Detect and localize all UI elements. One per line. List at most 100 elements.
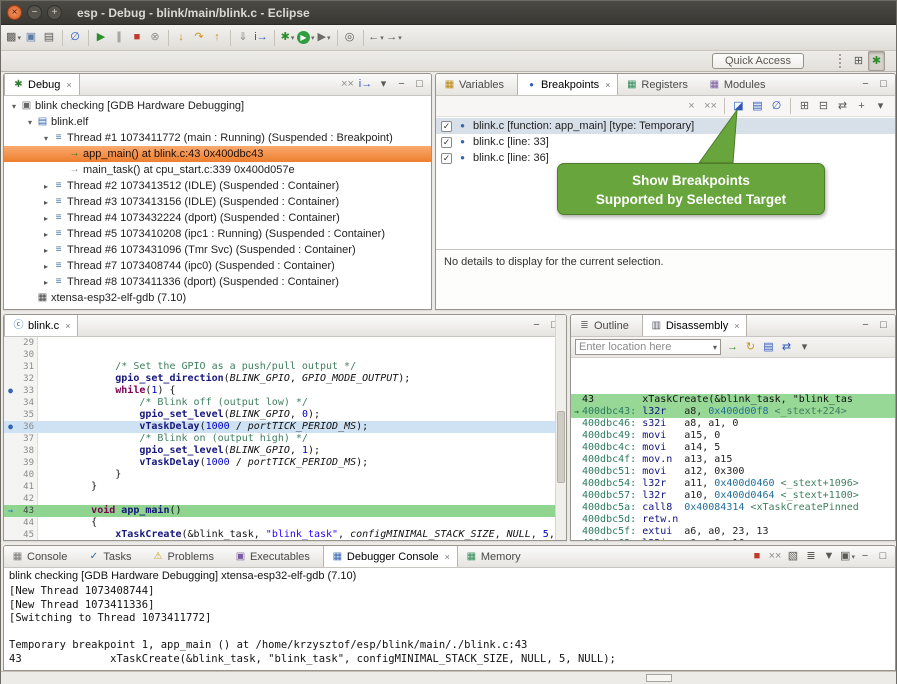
breakpoint-item[interactable]: ✓ blink.c [function: app_main] [type: Te… bbox=[436, 118, 895, 134]
gutter-marker[interactable] bbox=[4, 433, 17, 445]
gutter-marker[interactable] bbox=[4, 469, 17, 481]
close-icon[interactable]: × bbox=[445, 552, 450, 562]
code-line[interactable]: 32 /* Blink off (output low) */ bbox=[4, 373, 566, 385]
breakpoint-checkbox[interactable]: ✓ bbox=[441, 153, 452, 164]
view-tab[interactable]: Debugger Console × bbox=[323, 546, 458, 567]
scroll-lock-icon[interactable]: ≣ bbox=[803, 547, 820, 567]
combo-dropdown-icon[interactable]: ▾ bbox=[713, 343, 717, 352]
quick-access-button[interactable]: Quick Access bbox=[712, 53, 804, 69]
gutter-marker[interactable] bbox=[4, 373, 17, 385]
gutter-marker[interactable] bbox=[4, 481, 17, 493]
disassembly-row[interactable]: 400dbc5a: call8 0x40084314 <xTaskCreateP… bbox=[571, 502, 895, 514]
save-icon[interactable]: ▣ bbox=[23, 28, 40, 48]
code-line[interactable]: 45 bbox=[4, 529, 566, 540]
link-with-debug-icon[interactable]: ⇄ bbox=[834, 96, 851, 116]
expander-icon[interactable]: ▾ bbox=[40, 134, 52, 143]
skip-all-breakpoints-icon[interactable]: ∅ bbox=[67, 28, 84, 48]
view-menu-icon[interactable]: ▾ bbox=[375, 75, 392, 95]
code-line[interactable]: 42 { bbox=[4, 493, 566, 505]
code-line[interactable]: 31 while(1) { bbox=[4, 361, 566, 373]
gutter-marker[interactable] bbox=[4, 409, 17, 421]
new-icon[interactable]: ▩ ▾ bbox=[5, 28, 22, 48]
minimize-icon[interactable]: − bbox=[528, 316, 545, 336]
disconnect-icon[interactable]: ⊗ bbox=[147, 28, 164, 48]
debug-tree-item[interactable]: app_main() at blink.c:43 0x400dbc43 bbox=[4, 146, 431, 162]
expander-icon[interactable]: ▸ bbox=[40, 182, 52, 191]
code-line[interactable]: 43 xTaskCreate(&blink_task, "blink_task"… bbox=[4, 505, 566, 517]
debug-tree-item[interactable]: ▸ Thread #7 1073408744 (ipc0) (Suspended… bbox=[4, 258, 431, 274]
disassembly-row[interactable]: 400dbc46: s32i a8, a1, 0 bbox=[571, 418, 895, 430]
code-line[interactable]: 39 } bbox=[4, 457, 566, 469]
code-line[interactable]: 40 bbox=[4, 469, 566, 481]
drop-to-frame-icon[interactable]: ⇓ bbox=[235, 28, 252, 48]
minimize-icon[interactable]: − bbox=[393, 75, 410, 95]
code-line[interactable]: 38 } bbox=[4, 445, 566, 457]
step-into-icon[interactable]: ↓ bbox=[173, 28, 190, 48]
disassembly-row[interactable]: 400dbc54: l32r a11, 0x400d0460 <_stext+1… bbox=[571, 478, 895, 490]
sync-selection-icon[interactable]: ⇄ bbox=[778, 337, 795, 357]
step-return-icon[interactable]: ↑ bbox=[209, 28, 226, 48]
view-tab[interactable]: Disassembly × bbox=[642, 315, 748, 336]
print-icon[interactable]: ▤ bbox=[41, 28, 58, 48]
remove-breakpoint-icon[interactable]: × bbox=[683, 96, 700, 116]
debug-tree-item[interactable]: ▾ Thread #1 1073411772 (main : Running) … bbox=[4, 130, 431, 146]
window-maximize-button[interactable]: + bbox=[47, 5, 62, 20]
navigate-to-pc-icon[interactable]: → bbox=[724, 337, 741, 357]
expander-icon[interactable]: ▸ bbox=[40, 278, 52, 287]
maximize-icon[interactable]: □ bbox=[411, 75, 428, 95]
gutter-marker[interactable] bbox=[4, 445, 17, 457]
external-tools-icon[interactable]: ▶ ▾ bbox=[316, 28, 333, 48]
expander-icon[interactable]: ▾ bbox=[8, 102, 20, 111]
open-console-icon[interactable]: ▣ ▾ bbox=[839, 547, 856, 567]
location-input[interactable]: Enter location here ▾ bbox=[575, 339, 721, 355]
gutter-marker[interactable] bbox=[4, 517, 17, 529]
expander-icon[interactable]: ▸ bbox=[40, 246, 52, 255]
close-icon[interactable]: × bbox=[605, 80, 610, 90]
minimize-icon[interactable]: − bbox=[857, 316, 874, 336]
console-output[interactable]: blink checking [GDB Hardware Debugging] … bbox=[4, 568, 895, 670]
debug-tree-item[interactable]: ▸ Thread #2 1073413512 (IDLE) (Suspended… bbox=[4, 178, 431, 194]
debug-tree-item[interactable]: xtensa-esp32-elf-gdb (7.10) bbox=[4, 290, 431, 306]
scrollbar-thumb[interactable] bbox=[557, 411, 565, 483]
view-menu-icon[interactable]: ▾ bbox=[796, 337, 813, 357]
open-perspective-icon[interactable]: ⊞ bbox=[850, 51, 867, 71]
close-icon[interactable]: × bbox=[66, 80, 71, 90]
gutter-marker[interactable] bbox=[4, 505, 17, 517]
window-close-button[interactable]: × bbox=[7, 5, 22, 20]
view-tab[interactable]: Modules bbox=[701, 74, 779, 95]
code-editor[interactable]: 29 /* Set the GPIO as a push/pull output… bbox=[4, 337, 566, 540]
disassembly-row[interactable]: 43 xTaskCreate(&blink_task, "blink_tas bbox=[571, 394, 895, 406]
search-icon[interactable]: ◎ bbox=[342, 28, 359, 48]
show-source-icon[interactable]: ▤ bbox=[760, 337, 777, 357]
view-tab[interactable]: Executables bbox=[227, 546, 323, 567]
debug-tree-item[interactable]: ▸ Thread #4 1073432224 (dport) (Suspende… bbox=[4, 210, 431, 226]
expander-icon[interactable]: ▸ bbox=[40, 262, 52, 271]
maximize-icon[interactable]: □ bbox=[875, 316, 892, 336]
expander-icon[interactable]: ▸ bbox=[40, 198, 52, 207]
forward-icon[interactable]: → ▾ bbox=[386, 28, 403, 48]
run-icon[interactable]: ▶ ▾ bbox=[297, 28, 315, 48]
expander-icon[interactable]: ▾ bbox=[24, 118, 36, 127]
editor-scrollbar[interactable] bbox=[555, 315, 566, 540]
gutter-marker[interactable] bbox=[4, 397, 17, 409]
view-tab[interactable]: Outline bbox=[571, 315, 642, 336]
gutter-marker[interactable] bbox=[4, 493, 17, 505]
disassembly-row[interactable]: 400dbc51: movi a12, 0x300 bbox=[571, 466, 895, 478]
disassembly-row[interactable]: 400dbc5d: retw.n bbox=[571, 514, 895, 526]
code-line[interactable]: 36 gpio_set_level(BLINK_GPIO, 1); bbox=[4, 421, 566, 433]
gutter-marker[interactable] bbox=[4, 529, 17, 540]
disassembly-row[interactable]: 400dbc57: l32r a10, 0x400d0464 <_stext+1… bbox=[571, 490, 895, 502]
code-line[interactable]: 41 void app_main() bbox=[4, 481, 566, 493]
collapse-all-icon[interactable]: ⊟ bbox=[815, 96, 832, 116]
view-tab[interactable]: Registers bbox=[618, 74, 700, 95]
back-icon[interactable]: ← ▾ bbox=[368, 28, 385, 48]
remove-all-breakpoints-icon[interactable]: ×× bbox=[702, 96, 719, 116]
debug-icon[interactable]: ✱ ▾ bbox=[279, 28, 296, 48]
view-tab[interactable]: Console bbox=[4, 546, 80, 567]
code-line[interactable]: 34 vTaskDelay(1000 / portTICK_PERIOD_MS)… bbox=[4, 397, 566, 409]
expander-icon[interactable]: ▸ bbox=[40, 230, 52, 239]
view-menu-icon[interactable]: ▾ bbox=[872, 96, 889, 116]
disassembly-row[interactable]: 400dbc4f: mov.n a13, a15 bbox=[571, 454, 895, 466]
clear-console-icon[interactable]: ▧ bbox=[785, 547, 802, 567]
code-line[interactable]: 44 } bbox=[4, 517, 566, 529]
